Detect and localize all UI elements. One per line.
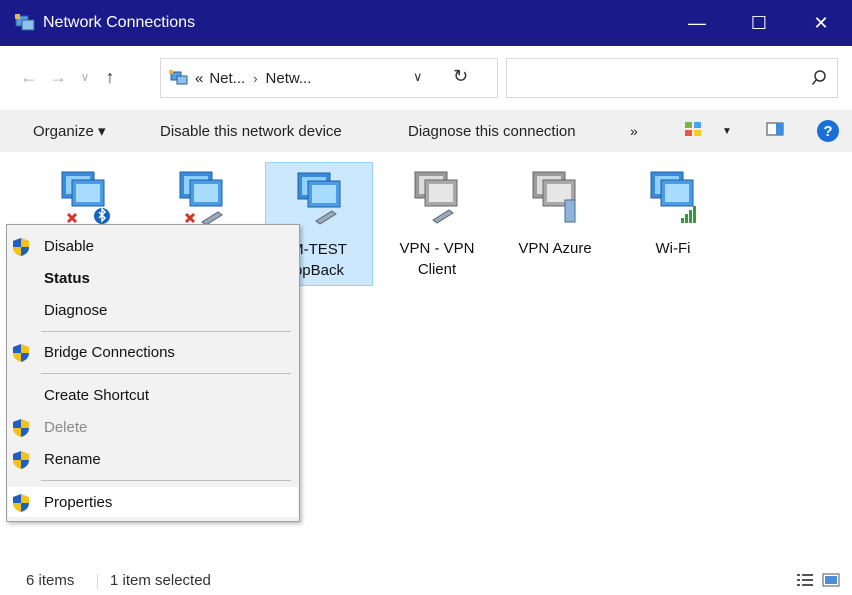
menu-item-properties[interactable]: Properties xyxy=(8,487,298,517)
menu-item-label: Properties xyxy=(44,493,113,511)
item-label-line2: Client xyxy=(417,261,457,278)
menu-item-label: Disable xyxy=(44,237,95,255)
item-label-line1: VPN - VPN xyxy=(399,240,475,257)
selection-count: 1 item selected xyxy=(110,572,211,589)
close-button[interactable]: ✕ xyxy=(790,0,852,46)
item-label: VPN - VPN Client xyxy=(383,238,491,280)
uac-shield-icon xyxy=(12,343,30,363)
recent-locations-button[interactable]: ∨ xyxy=(75,60,95,94)
back-arrow-icon: ← xyxy=(20,66,38,87)
menu-item-label: Delete xyxy=(44,418,88,436)
address-toolbar: ← → ∨ ↑ « Net... › Netw... ∨ ↻ xyxy=(0,46,852,110)
diagnose-connection-button[interactable]: Diagnose this connection xyxy=(408,110,576,152)
view-icon xyxy=(684,121,702,141)
network-adapter-ethernet-icon xyxy=(290,167,350,227)
item-label-line1: VPN Azure xyxy=(518,240,592,257)
menu-item-label: Status xyxy=(44,269,90,287)
menu-separator xyxy=(41,480,291,481)
status-divider xyxy=(97,574,98,590)
menu-item-create-shortcut[interactable]: Create Shortcut xyxy=(8,380,298,410)
chevron-down-icon: ∨ xyxy=(80,70,90,84)
back-button[interactable]: ← xyxy=(16,60,42,94)
up-button[interactable]: ↑ xyxy=(97,60,123,94)
large-icons-view-icon[interactable] xyxy=(822,572,840,588)
maximize-icon: ☐ xyxy=(750,12,768,33)
command-bar: Organize ▾ Disable this network device D… xyxy=(0,110,852,152)
network-adapter-vpn-icon xyxy=(407,166,467,226)
minimize-button[interactable]: — xyxy=(666,0,728,46)
status-bar: 6 items 1 item selected xyxy=(0,562,852,595)
window-title: Network Connections xyxy=(43,14,196,31)
breadcrumb-prefix[interactable]: « xyxy=(195,70,203,87)
menu-separator xyxy=(41,373,291,374)
menu-item-label: Bridge Connections xyxy=(44,343,175,361)
item-count: 6 items xyxy=(26,572,75,589)
organize-button[interactable]: Organize ▾ xyxy=(33,110,106,152)
network-adapter-bluetooth-disabled-icon xyxy=(54,166,114,226)
connection-item-wifi[interactable]: Wi-Fi xyxy=(619,162,727,286)
menu-item-label: Rename xyxy=(44,450,101,468)
network-adapter-wifi-icon xyxy=(643,166,703,226)
uac-shield-icon xyxy=(12,493,30,513)
menu-item-status[interactable]: Status xyxy=(8,263,298,293)
breadcrumb-item[interactable]: Netw... xyxy=(266,70,312,87)
uac-shield-icon xyxy=(12,418,30,438)
preview-pane-icon xyxy=(766,121,784,141)
breadcrumb-separator-icon[interactable]: › xyxy=(253,71,257,86)
item-label-line1: Wi-Fi xyxy=(655,240,691,257)
item-label: VPN Azure xyxy=(501,238,609,259)
network-location-icon xyxy=(169,70,189,86)
close-icon: ✕ xyxy=(813,12,829,33)
menu-item-label: Diagnose xyxy=(44,301,108,319)
menu-item-delete: Delete xyxy=(8,412,298,442)
search-input[interactable] xyxy=(506,58,838,98)
minimize-icon: — xyxy=(688,12,706,33)
menu-item-bridge-connections[interactable]: Bridge Connections xyxy=(8,337,298,367)
up-arrow-icon: ↑ xyxy=(105,66,115,87)
address-dropdown-icon[interactable]: ∨ xyxy=(413,69,423,85)
help-icon: ? xyxy=(817,120,839,142)
help-button[interactable]: ? xyxy=(817,110,839,152)
menu-item-label: Create Shortcut xyxy=(44,386,150,404)
title-bar[interactable]: Network Connections — ☐ ✕ xyxy=(0,0,852,46)
more-commands-button[interactable]: » xyxy=(630,110,638,152)
uac-shield-icon xyxy=(12,450,30,470)
search-icon xyxy=(811,69,827,87)
menu-separator xyxy=(41,331,291,332)
breadcrumb-item[interactable]: Net... xyxy=(209,70,245,87)
context-menu: Disable Status Diagnose Bridge Connectio… xyxy=(6,224,300,522)
details-view-icon[interactable] xyxy=(796,572,814,588)
view-options-dropdown[interactable]: ▼ xyxy=(722,110,732,152)
forward-arrow-icon: → xyxy=(49,66,67,87)
forward-button[interactable]: → xyxy=(45,60,71,94)
refresh-icon[interactable]: ↻ xyxy=(453,66,468,87)
connection-item-vpn-client[interactable]: VPN - VPN Client xyxy=(383,162,491,286)
network-connections-icon xyxy=(15,14,37,32)
item-label: Wi-Fi xyxy=(619,238,727,259)
disable-device-button[interactable]: Disable this network device xyxy=(160,110,342,152)
maximize-button[interactable]: ☐ xyxy=(728,0,790,46)
connection-item-vpn-azure[interactable]: VPN Azure xyxy=(501,162,609,286)
menu-item-disable[interactable]: Disable xyxy=(8,231,298,261)
menu-item-diagnose[interactable]: Diagnose xyxy=(8,295,298,325)
network-adapter-vpn-server-icon xyxy=(525,166,585,226)
change-view-button[interactable] xyxy=(684,110,704,152)
network-adapter-ethernet-disabled-icon xyxy=(172,166,232,226)
uac-shield-icon xyxy=(12,237,30,257)
address-bar[interactable]: « Net... › Netw... ∨ ↻ xyxy=(160,58,498,98)
menu-item-rename[interactable]: Rename xyxy=(8,444,298,474)
preview-pane-button[interactable] xyxy=(766,110,784,152)
